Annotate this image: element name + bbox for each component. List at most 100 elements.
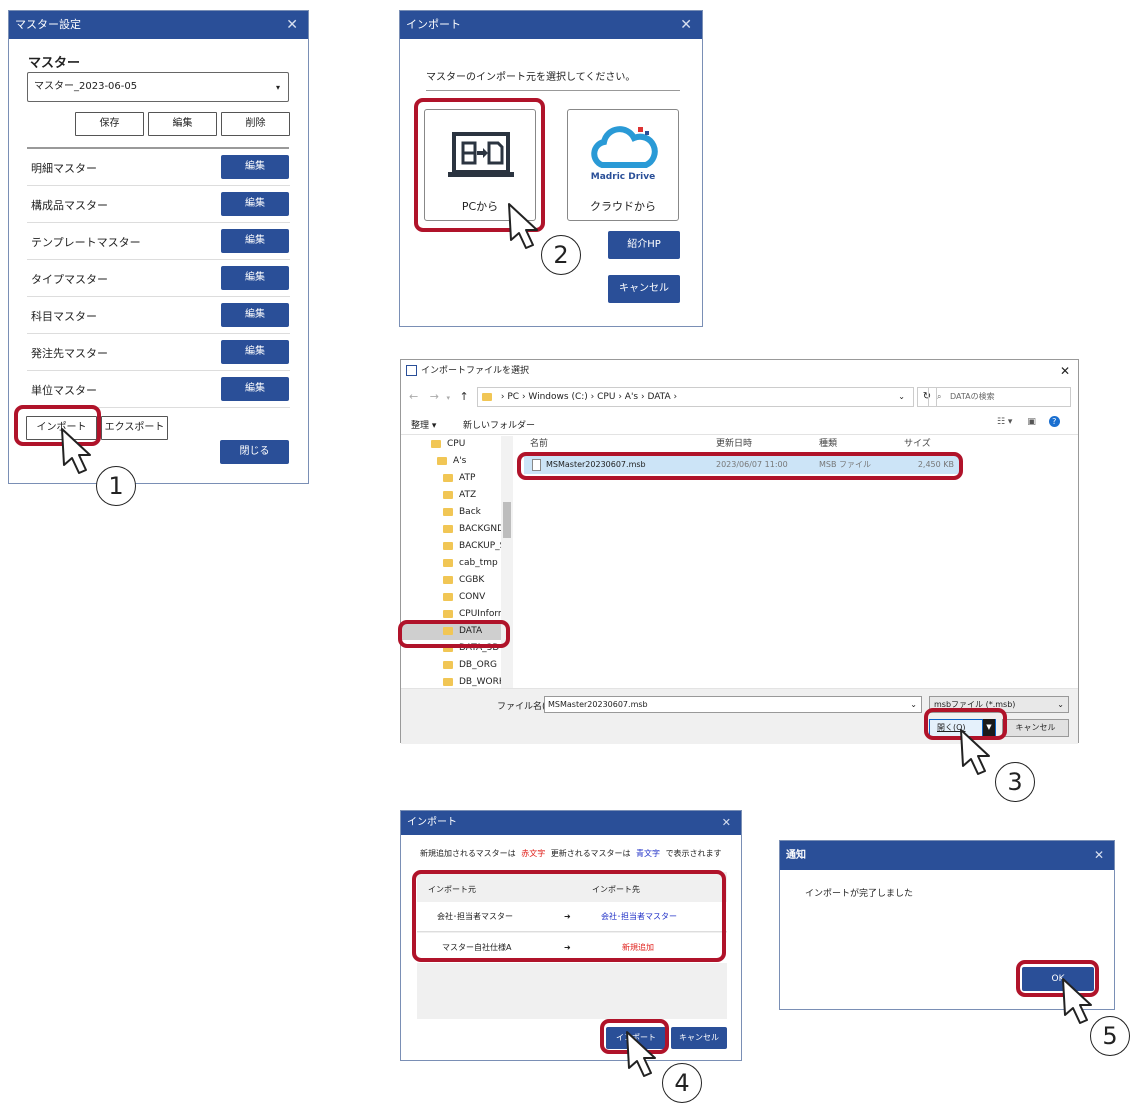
highlight-data-folder <box>398 620 510 648</box>
tree-item[interactable]: A's <box>437 453 466 470</box>
tree-item[interactable]: DB_ORG <box>443 657 497 674</box>
close-icon[interactable]: ✕ <box>1094 841 1104 870</box>
tree-item[interactable]: BACKGND <box>443 521 504 538</box>
tree-item-label: CONV <box>459 592 486 602</box>
close-icon[interactable]: ✕ <box>722 811 731 835</box>
master-row: 単位マスター 編集 <box>27 371 290 408</box>
legend-mid: 更新されるマスターは <box>550 849 631 858</box>
path-drive[interactable]: Windows (C:) <box>528 392 587 402</box>
address-bar[interactable]: › PC › Windows (C:) › CPU › A's › DATA ›… <box>477 387 914 407</box>
folder-icon <box>443 541 453 550</box>
import-source-prompt: マスターのインポート元を選択してください。 <box>426 72 636 83</box>
chevron-down-icon[interactable]: ⌄ <box>898 388 905 406</box>
master-dialog-title: マスター設定 <box>15 18 81 31</box>
master-row: 科目マスター 編集 <box>27 297 290 334</box>
folder-icon <box>437 456 447 465</box>
view-options: ☷ ▾ ▣ ? <box>997 416 1060 427</box>
path-as[interactable]: A's <box>625 392 638 402</box>
tree-item-label: ATP <box>459 473 476 483</box>
export-button[interactable]: エクスポート <box>101 416 168 440</box>
tree-item[interactable]: ATP <box>443 470 475 487</box>
master-select[interactable]: マスター_2023-06-05 ▾ <box>27 72 289 102</box>
master-row-edit-button[interactable]: 編集 <box>221 340 289 364</box>
cancel-button[interactable]: キャンセル <box>608 275 680 303</box>
step-2-badge: 2 <box>541 235 581 275</box>
legend-prefix: 新規追加されるマスターは <box>420 849 516 858</box>
col-date[interactable]: 更新日時 <box>716 436 752 449</box>
tree-item[interactable]: Back <box>443 504 481 521</box>
divider <box>426 90 680 91</box>
path-cpu[interactable]: CPU <box>597 392 615 402</box>
master-row-label: タイプマスター <box>31 273 108 286</box>
master-row-edit-button[interactable]: 編集 <box>221 266 289 290</box>
close-button[interactable]: 閉じる <box>220 440 289 464</box>
organize-menu[interactable]: 整理 ▾ <box>411 418 436 431</box>
tree-item-label: BACKGND <box>459 524 504 534</box>
cancel-button[interactable]: キャンセル <box>1002 719 1069 737</box>
close-icon[interactable]: ✕ <box>286 11 298 39</box>
preview-pane-icon[interactable]: ▣ <box>1027 417 1036 427</box>
highlight-file <box>517 452 963 480</box>
tree-item[interactable]: DB_WORK <box>443 674 505 688</box>
tree-item[interactable]: ATZ <box>443 487 476 504</box>
master-row-edit-button[interactable]: 編集 <box>221 229 289 253</box>
tree-item-label: cab_tmp <box>459 558 498 568</box>
scrollbar-thumb[interactable] <box>503 502 511 538</box>
up-icon[interactable]: ↑ <box>459 390 468 403</box>
intro-hp-button[interactable]: 紹介HP <box>608 231 680 259</box>
master-row-edit-button[interactable]: 編集 <box>221 155 289 179</box>
folder-icon <box>443 524 453 533</box>
folder-icon <box>443 490 453 499</box>
help-icon[interactable]: ? <box>1048 416 1060 427</box>
tree-item[interactable]: CONV <box>443 589 485 606</box>
master-dialog-titlebar: マスター設定 ✕ <box>9 11 308 39</box>
back-icon[interactable]: ← <box>409 390 418 403</box>
recent-icon[interactable]: ▾ <box>446 394 450 402</box>
master-row-label: 科目マスター <box>31 310 97 323</box>
folder-icon <box>431 439 441 448</box>
tree-item[interactable]: CGBK <box>443 572 484 589</box>
forward-icon[interactable]: → <box>430 390 439 403</box>
master-row-label: 単位マスター <box>31 384 97 397</box>
toolbar-divider <box>401 434 1078 435</box>
master-row-edit-button[interactable]: 編集 <box>221 192 289 216</box>
chevron-down-icon: ⌄ <box>1057 700 1064 709</box>
tree-item[interactable]: BACKUP_S <box>443 538 505 555</box>
master-row-label: 構成品マスター <box>31 199 108 212</box>
save-button[interactable]: 保存 <box>75 112 144 136</box>
master-row: タイプマスター 編集 <box>27 260 290 297</box>
path-data[interactable]: DATA <box>647 392 670 402</box>
delete-button[interactable]: 削除 <box>221 112 290 136</box>
master-row-edit-button[interactable]: 編集 <box>221 303 289 327</box>
cloud-logo-text: Madric Drive <box>590 172 656 182</box>
master-row-edit-button[interactable]: 編集 <box>221 377 289 401</box>
col-name[interactable]: 名前 <box>530 436 548 449</box>
path-pc[interactable]: PC <box>507 392 519 402</box>
master-row-label: テンプレートマスター <box>31 236 141 249</box>
master-select-value: マスター_2023-06-05 <box>34 81 138 92</box>
close-icon[interactable]: ✕ <box>1060 360 1070 382</box>
col-type[interactable]: 種類 <box>819 436 837 449</box>
new-folder-button[interactable]: 新しいフォルダー <box>463 418 535 431</box>
filename-input[interactable]: MSMaster20230607.msb ⌄ <box>544 696 922 713</box>
edit-button[interactable]: 編集 <box>148 112 217 136</box>
cancel-button[interactable]: キャンセル <box>671 1027 727 1049</box>
close-icon[interactable]: ✕ <box>680 11 692 39</box>
tree-item-label: CPU <box>447 439 466 449</box>
path-sep: › <box>673 392 678 402</box>
tree-item-label: CGBK <box>459 575 485 585</box>
tree-item[interactable]: cab_tmp <box>443 555 498 572</box>
highlight-mapping <box>412 870 726 962</box>
cloud-source-button[interactable]: Madric Drive クラウドから <box>567 109 679 221</box>
file-open-dialog: インポートファイルを選択 ✕ ← → ▾ ↑ › PC › Windows (C… <box>400 359 1079 744</box>
master-row-label: 発注先マスター <box>31 347 108 360</box>
folder-icon <box>443 677 453 686</box>
master-row: 明細マスター 編集 <box>27 149 290 186</box>
tree-item-label: ATZ <box>459 490 477 500</box>
tree-scrollbar[interactable] <box>501 436 513 688</box>
tree-item[interactable]: CPU <box>431 436 465 453</box>
view-icon[interactable]: ☷ ▾ <box>997 417 1012 427</box>
col-size[interactable]: サイズ <box>904 436 931 449</box>
search-input[interactable]: ⌕ DATAの検索 <box>928 387 1071 407</box>
legend-blue: 青文字 <box>636 849 661 858</box>
